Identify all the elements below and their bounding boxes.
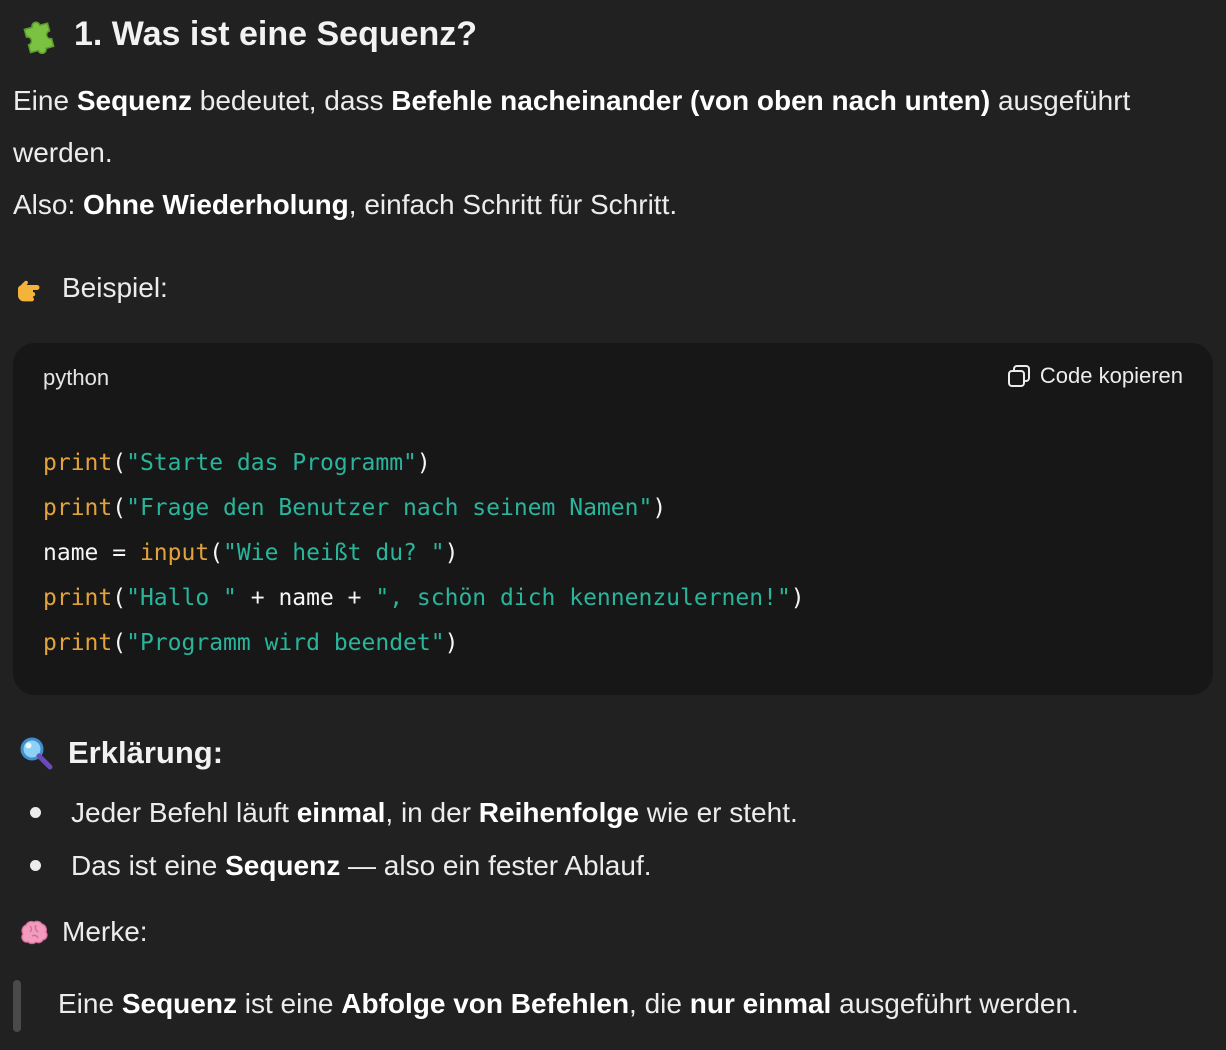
text-run: Also:: [13, 189, 84, 220]
code-block: python Code kopieren print("Starte das P…: [13, 343, 1213, 695]
intro-summary: Also: Ohne Wiederholung, einfach Schritt…: [13, 179, 1213, 231]
code-token: ", schön dich kennenzulernen!": [375, 585, 791, 611]
code-language: python: [43, 365, 110, 390]
code-content: print("Starte das Programm") print("Frage…: [43, 441, 805, 666]
explanation-list: Jeder Befehl läuft einmal, in der Reihen…: [30, 786, 798, 892]
text-run: Das ist eine: [71, 850, 226, 881]
code-token: print: [43, 585, 113, 611]
remember-quote-text: Eine Sequenz ist eine Abfolge von Befehl…: [58, 980, 1079, 1028]
code-token: name: [278, 585, 334, 611]
code-token: ): [790, 585, 805, 611]
code-token: "Hallo ": [126, 585, 237, 611]
remember-label: Merke:: [18, 912, 148, 952]
text-run: ausgeführt werden.: [831, 988, 1079, 1019]
code-token: (: [112, 495, 127, 521]
code-token: +: [236, 585, 279, 611]
text-run: , in der: [385, 797, 479, 828]
code-token: input: [139, 540, 210, 566]
copy-icon: [1006, 363, 1032, 389]
text-run: wie er steht.: [639, 797, 798, 828]
bullet-dot: [30, 860, 41, 871]
code-token: ): [444, 540, 459, 566]
blockquote-bar: [13, 980, 21, 1032]
copy-code-label: Code kopieren: [1039, 363, 1183, 388]
explanation-title: Erklärung:: [68, 735, 224, 770]
list-item: Das ist eine Sequenz — also ein fester A…: [30, 839, 798, 892]
brain-icon: [18, 916, 50, 948]
text-run: — also ein fester Ablauf.: [340, 850, 652, 881]
text-run: bedeutet, dass: [191, 85, 392, 116]
code-token: (: [112, 585, 127, 611]
code-line: name = input("Wie heißt du? "): [43, 531, 805, 576]
magnifying-glass-icon: [18, 735, 54, 771]
code-token: (: [112, 630, 127, 656]
example-label: Beispiel:: [17, 268, 168, 308]
code-token: "Wie heißt du? ": [223, 540, 445, 566]
code-token: (: [112, 450, 127, 476]
code-token: (: [209, 540, 224, 566]
code-token: "Starte das Programm": [126, 450, 417, 476]
code-line: print("Programm wird beendet"): [43, 621, 805, 666]
code-token: ): [416, 450, 431, 476]
text-run: ist eine: [236, 988, 342, 1019]
section-title: 1. Was ist eine Sequenz?: [74, 14, 478, 53]
bold-text: Reihenfolge: [478, 797, 640, 828]
code-token: ): [444, 630, 459, 656]
bold-text: Sequenz: [225, 850, 341, 881]
explanation-heading: Erklärung:: [18, 730, 223, 776]
intro-paragraph: Eine Sequenz bedeutet, dass Befehle nach…: [13, 75, 1213, 179]
code-token: +: [333, 585, 376, 611]
remember-blockquote: Eine Sequenz ist eine Abfolge von Befehl…: [13, 980, 1213, 1032]
code-token: "Frage den Benutzer nach seinem Namen": [126, 495, 653, 521]
bullet-dot: [30, 807, 41, 818]
code-token: print: [43, 630, 113, 656]
code-line: print("Frage den Benutzer nach seinem Na…: [43, 486, 805, 531]
code-token: print: [43, 495, 113, 521]
code-token: "Programm wird beendet": [126, 630, 445, 656]
bold-text: nur einmal: [689, 988, 832, 1019]
pointing-hand-icon: [17, 272, 50, 304]
code-token: ): [652, 495, 667, 521]
bold-text: Ohne Wiederholung: [83, 189, 349, 220]
text-run: , die: [629, 988, 690, 1019]
text-run: Jeder Befehl läuft: [71, 797, 297, 828]
text-run: , einfach Schritt für Schritt.: [348, 189, 678, 220]
bold-text: Sequenz: [121, 988, 237, 1019]
code-line: print("Starte das Programm"): [43, 441, 805, 486]
text-run: Eine: [58, 988, 122, 1019]
bold-text: einmal: [296, 797, 386, 828]
code-token: print: [43, 450, 113, 476]
section-heading: 1. Was ist eine Sequenz?: [18, 10, 477, 58]
list-item-text: Das ist eine Sequenz — also ein fester A…: [71, 839, 652, 892]
copy-code-button[interactable]: Code kopieren: [1006, 363, 1183, 389]
list-item-text: Jeder Befehl läuft einmal, in der Reihen…: [71, 786, 798, 839]
code-token: name: [43, 540, 99, 566]
puzzle-piece-icon: [18, 14, 58, 55]
text-run: Eine: [13, 85, 77, 116]
code-token: =: [98, 540, 140, 566]
list-item: Jeder Befehl läuft einmal, in der Reihen…: [30, 786, 798, 839]
code-line: print("Hallo " + name + ", schön dich ke…: [43, 576, 805, 621]
remember-label-text: Merke:: [62, 916, 148, 947]
bold-text: Sequenz: [76, 85, 192, 116]
example-label-text: Beispiel:: [62, 272, 168, 303]
bold-text: Abfolge von Befehlen: [341, 988, 630, 1019]
bold-text: Befehle nacheinander (von oben nach unte…: [391, 85, 991, 116]
